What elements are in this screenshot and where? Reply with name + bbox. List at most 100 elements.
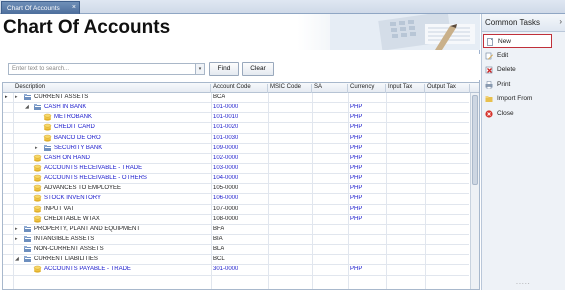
clear-button[interactable]: Clear	[242, 62, 274, 76]
tab-chart-of-accounts[interactable]: Chart Of Accounts ×	[1, 1, 80, 14]
table-row[interactable]: ▸ SECURITY BANK 109-0000 PHP	[3, 144, 469, 154]
column-header-input-tax[interactable]: Input Tax	[386, 84, 425, 93]
cell-currency: PHP	[350, 144, 363, 151]
column-header-description[interactable]: Description	[13, 84, 211, 93]
vertical-scrollbar[interactable]	[470, 93, 479, 289]
cell-description: CASH IN BANK	[44, 104, 87, 111]
cell-description: BANCO DE ORO	[54, 134, 101, 141]
account-group-icon	[24, 225, 31, 232]
cell-currency: PHP	[350, 124, 363, 131]
cell-description: SECURITY BANK	[54, 144, 103, 151]
page-title: Chart Of Accounts	[3, 17, 171, 38]
task-new[interactable]: New	[483, 34, 552, 48]
task-print[interactable]: Print	[483, 78, 552, 92]
table-row[interactable]: CREDITABLE WTAX 108-0000 PHP	[3, 215, 469, 225]
column-header-msic-code[interactable]: MSIC Code	[268, 84, 312, 93]
task-edit[interactable]: Edit	[483, 49, 552, 63]
account-coins-icon	[33, 266, 42, 273]
search-input[interactable]: Enter text to search...	[8, 63, 196, 75]
cell-account-code: 104-0000	[213, 175, 239, 182]
expand-row-icon[interactable]: ▸	[15, 236, 18, 242]
task-import-from[interactable]: Import From	[483, 92, 552, 106]
collapse-row-icon[interactable]: ◢	[15, 256, 19, 262]
table-row[interactable]: ▸ ▸ CURRENT ASSETS BCA	[3, 93, 469, 104]
task-label: Delete	[497, 66, 516, 74]
cell-account-code: BLA	[213, 246, 225, 253]
table-row[interactable]: CREDIT CARD 101-0020 PHP	[3, 123, 469, 134]
column-header-currency[interactable]: Currency	[348, 84, 386, 93]
column-header-account-code[interactable]: Account Code	[211, 84, 268, 93]
table-row[interactable]: ▸ INTANGIBLE ASSETS BIA	[3, 235, 469, 246]
cell-account-code: BCL	[213, 256, 225, 263]
cell-currency: PHP	[350, 134, 363, 141]
table-row[interactable]: ACCOUNTS PAYABLE - TRADE 301-0000 PHP	[3, 265, 469, 276]
cell-account-code: BIA	[213, 235, 223, 242]
cell-account-code: 105-0000	[213, 185, 239, 192]
document-tab-strip: Chart Of Accounts ×	[0, 0, 565, 14]
grid-rows: ▸ ▸ CURRENT ASSETS BCA ◢ CASH IN BANK 101-0000…	[3, 93, 469, 276]
cell-description: NON-CURRENT ASSETS	[34, 246, 104, 253]
table-row[interactable]: STOCK INVENTORY 106-0000 PHP	[3, 194, 469, 205]
table-row[interactable]: BANCO DE ORO 101-0030 PHP	[3, 134, 469, 144]
panel-grip[interactable]: .....	[516, 279, 531, 286]
column-header-output-tax[interactable]: Output Tax	[425, 84, 470, 93]
expand-row-icon[interactable]: ▸	[35, 145, 38, 151]
table-row[interactable]: METROBANK 101-0010 PHP	[3, 113, 469, 124]
task-delete[interactable]: Delete	[483, 63, 552, 77]
cell-description: CURRENT ASSETS	[34, 94, 89, 100]
cell-description: CURRENT LIABILITIES	[34, 256, 98, 263]
task-label: Print	[497, 80, 511, 88]
cell-description: STOCK INVENTORY	[44, 195, 102, 202]
print-icon	[485, 81, 493, 89]
cell-description: INPUT VAT	[44, 205, 75, 212]
cell-account-code: 107-0000	[213, 205, 239, 212]
accounts-grid: Description Account Code MSIC Code SA Cu…	[2, 82, 480, 290]
expand-row-icon[interactable]: ▸	[15, 94, 18, 100]
cell-account-code: 101-0000	[213, 104, 239, 111]
tab-label: Chart Of Accounts	[7, 5, 60, 12]
cell-description: ACCOUNTS RECEIVABLE - OTHERS	[44, 175, 147, 182]
cell-currency: PHP	[350, 215, 363, 222]
table-row[interactable]: INPUT VAT 107-0000 PHP	[3, 205, 469, 215]
common-tasks-panel: Common Tasks › New Edit Delete Print Import …	[481, 14, 565, 290]
scrollbar-thumb[interactable]	[472, 95, 478, 185]
account-group-icon	[34, 104, 41, 111]
account-coins-icon	[33, 164, 42, 172]
task-close[interactable]: Close	[483, 107, 552, 121]
expand-row-icon[interactable]: ▸	[15, 226, 18, 232]
table-row[interactable]: ◢ CURRENT LIABILITIES BCL	[3, 255, 469, 266]
task-label: Close	[497, 110, 514, 117]
cell-description: ACCOUNTS RECEIVABLE - TRADE	[44, 164, 143, 171]
table-row[interactable]: ADVANCES TO EMPLOYEE 105-0000 PHP	[3, 184, 469, 195]
collapse-row-icon[interactable]: ◢	[25, 104, 29, 110]
table-row[interactable]: CASH ON HAND 102-0000 PHP	[3, 154, 469, 164]
account-coins-icon	[43, 114, 52, 121]
task-label: Import From	[497, 95, 533, 103]
table-row[interactable]: ▸ PROPERTY, PLANT AND EQUIPMENT BFA	[3, 225, 469, 235]
task-label: Edit	[497, 51, 509, 59]
table-row[interactable]: ACCOUNTS RECEIVABLE - OTHERS 104-0000 PHP	[3, 174, 469, 185]
cell-account-code: 103-0000	[213, 164, 239, 171]
cell-description: PROPERTY, PLANT AND EQUIPMENT	[34, 225, 141, 232]
cell-account-code: 102-0000	[213, 154, 239, 161]
grid-header: Description Account Code MSIC Code SA Cu…	[3, 83, 479, 93]
account-group-icon	[24, 94, 31, 100]
column-header-sa[interactable]: SA	[312, 84, 348, 93]
cell-account-code: BCA	[213, 94, 226, 100]
collapse-panel-icon[interactable]: ›	[559, 17, 562, 26]
cell-account-code: 301-0000	[213, 266, 239, 273]
find-button[interactable]: Find	[209, 62, 239, 76]
table-row[interactable]: ◢ CASH IN BANK 101-0000 PHP	[3, 103, 469, 114]
new-document-icon	[487, 38, 493, 46]
cell-account-code: 108-0000	[213, 215, 239, 222]
cell-currency: PHP	[350, 195, 363, 202]
table-row[interactable]: NON-CURRENT ASSETS BLA	[3, 245, 469, 256]
cell-account-code: 106-0000	[213, 195, 239, 202]
account-group-icon	[24, 246, 31, 253]
table-row[interactable]: ACCOUNTS RECEIVABLE - TRADE 103-0000 PHP	[3, 164, 469, 175]
close-tab-icon[interactable]: ×	[72, 4, 76, 11]
common-tasks-title: Common Tasks	[485, 18, 540, 27]
cell-currency: PHP	[350, 266, 363, 273]
cell-currency: PHP	[350, 175, 363, 182]
search-dropdown-icon[interactable]: ▾	[196, 63, 205, 75]
